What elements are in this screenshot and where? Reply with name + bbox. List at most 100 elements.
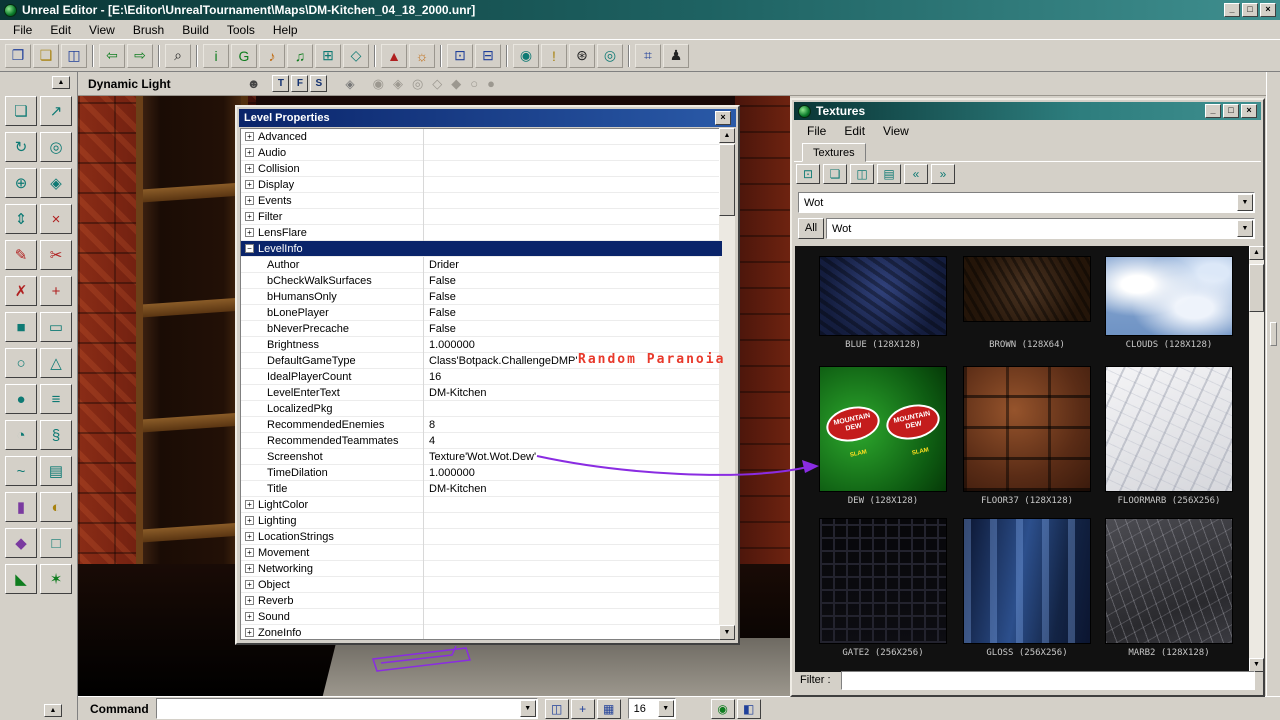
freehand-polygon-tool[interactable]: ✗ bbox=[5, 276, 37, 306]
property-value[interactable]: 8 bbox=[423, 419, 435, 431]
orbit-view-tool[interactable]: ↻ bbox=[5, 132, 37, 162]
cylinder-brush-tool[interactable]: ○ bbox=[5, 348, 37, 378]
scroll-thumb[interactable] bbox=[719, 144, 735, 216]
align-grid-button[interactable]: ⌗ bbox=[635, 44, 661, 68]
command-input[interactable] bbox=[162, 699, 537, 718]
cone-brush-tool[interactable]: △ bbox=[40, 348, 72, 378]
tab-textures[interactable]: Textures bbox=[802, 143, 866, 162]
play-map-button[interactable]: ♟ bbox=[663, 44, 689, 68]
property-row[interactable]: RecommendedTeammates 4 bbox=[241, 433, 722, 449]
face-drag-tool[interactable]: + bbox=[40, 276, 72, 306]
property-group-row[interactable]: + Collision bbox=[241, 161, 722, 177]
property-group-row[interactable]: + ZoneInfo bbox=[241, 625, 722, 640]
group-combobox[interactable]: Wot ▼ bbox=[826, 218, 1255, 239]
property-value[interactable]: 16 bbox=[423, 371, 441, 383]
expand-icon[interactable]: + bbox=[245, 596, 254, 605]
expand-icon[interactable]: + bbox=[245, 228, 254, 237]
menu-item[interactable]: Edit bbox=[41, 21, 80, 39]
texture-thumb-floor37[interactable] bbox=[963, 366, 1091, 492]
command-combobox[interactable]: ▼ bbox=[156, 698, 538, 719]
texture-browser-button[interactable]: ⊞ bbox=[315, 44, 341, 68]
menu-item[interactable]: View bbox=[80, 21, 124, 39]
property-value[interactable]: 1.000000 bbox=[423, 339, 475, 351]
property-group-row[interactable]: + Filter bbox=[241, 209, 722, 225]
property-group-row[interactable]: + Events bbox=[241, 193, 722, 209]
sheet-brush-tool[interactable]: ▭ bbox=[40, 312, 72, 342]
build-geometry-button[interactable]: ▲ bbox=[381, 44, 407, 68]
texture-thumb-floormarb[interactable] bbox=[1105, 366, 1233, 492]
property-group-row[interactable]: + Display bbox=[241, 177, 722, 193]
property-row[interactable]: Brightness 1.000000 bbox=[241, 337, 722, 353]
texture-canvas[interactable]: BLUE (128X128) BROWN (128X64) CLOUDS (12… bbox=[795, 246, 1264, 672]
snap-vertex-tool[interactable]: ● bbox=[487, 76, 495, 92]
mesh-viewer-button[interactable]: ◉ bbox=[513, 44, 539, 68]
property-group-row[interactable]: + Networking bbox=[241, 561, 722, 577]
property-row[interactable]: bHumansOnly False bbox=[241, 289, 722, 305]
expand-icon[interactable]: + bbox=[245, 532, 254, 541]
package-combobox[interactable]: Wot ▼ bbox=[798, 192, 1255, 213]
texture-thumb-gate2[interactable] bbox=[819, 518, 947, 644]
spiral-stairs-brush-tool[interactable]: § bbox=[40, 420, 72, 450]
property-value[interactable]: Drider bbox=[423, 259, 459, 271]
log-window-button[interactable]: ◫ bbox=[545, 699, 569, 719]
save-package-button[interactable]: ◫ bbox=[850, 164, 874, 184]
right-dock-strip[interactable] bbox=[1266, 72, 1280, 696]
expand-icon[interactable]: + bbox=[245, 612, 254, 621]
all-groups-button[interactable]: All bbox=[798, 218, 824, 239]
property-group-row[interactable]: + Object bbox=[241, 577, 722, 593]
prev-group-button[interactable]: « bbox=[904, 164, 928, 184]
new-map-button[interactable]: ❐ bbox=[5, 44, 31, 68]
grid-toggle-button[interactable]: ▦ bbox=[597, 699, 621, 719]
menu-item[interactable]: Help bbox=[264, 21, 307, 39]
filter-input[interactable] bbox=[841, 671, 1255, 690]
deintersect-brush-tool[interactable]: □ bbox=[40, 528, 72, 558]
property-group-row[interactable]: + Advanced bbox=[241, 129, 722, 145]
add-brush-tool[interactable]: ▮ bbox=[5, 492, 37, 522]
mesh-browser-button[interactable]: ◇ bbox=[343, 44, 369, 68]
camera-mode-tool[interactable]: ❏ bbox=[5, 96, 37, 126]
surface-flag-button[interactable]: T bbox=[272, 75, 289, 92]
title-bar[interactable]: Unreal Editor - [E:\Editor\UnrealTournam… bbox=[0, 0, 1280, 20]
dialog-title-bar[interactable]: Level Properties × bbox=[239, 109, 736, 127]
expand-icon[interactable]: + bbox=[245, 580, 254, 589]
texture-pan-tool[interactable]: ◉ bbox=[373, 76, 384, 92]
undo-button[interactable]: ⇦ bbox=[99, 44, 125, 68]
add-light-button[interactable]: ! bbox=[541, 44, 567, 68]
property-value[interactable]: False bbox=[423, 291, 456, 303]
property-row[interactable]: Screenshot Texture'Wot.Wot.Dew' bbox=[241, 449, 722, 465]
texture-properties-button[interactable]: ▤ bbox=[877, 164, 901, 184]
menu-item[interactable]: View bbox=[874, 122, 918, 140]
menu-item[interactable]: File bbox=[798, 122, 835, 140]
property-group-row[interactable]: + Sound bbox=[241, 609, 722, 625]
property-value[interactable]: DM-Kitchen bbox=[423, 387, 486, 399]
scale-actor-tool[interactable]: ⇕ bbox=[5, 204, 37, 234]
expand-icon[interactable]: + bbox=[245, 500, 254, 509]
property-group-row[interactable]: + Lighting bbox=[241, 513, 722, 529]
expand-icon[interactable]: + bbox=[245, 516, 254, 525]
stairs-brush-tool[interactable]: ≡ bbox=[40, 384, 72, 414]
align-viewports-tool[interactable]: ○ bbox=[470, 76, 478, 92]
menu-item[interactable]: File bbox=[4, 21, 41, 39]
property-value[interactable]: False bbox=[423, 323, 456, 335]
surface-flag-button[interactable]: S bbox=[310, 75, 327, 92]
free-look-tool[interactable]: ◎ bbox=[40, 132, 72, 162]
textures-close-button[interactable]: × bbox=[1241, 104, 1257, 118]
dialog-close-button[interactable]: × bbox=[715, 111, 731, 125]
play-test-button[interactable]: ◎ bbox=[597, 44, 623, 68]
property-value[interactable]: DM-Kitchen bbox=[423, 483, 486, 495]
expand-icon[interactable]: + bbox=[245, 548, 254, 557]
add-special-brush-tool[interactable]: ◣ bbox=[5, 564, 37, 594]
maximize-viewport-button[interactable]: ◧ bbox=[737, 699, 761, 719]
open-map-button[interactable]: ❏ bbox=[33, 44, 59, 68]
next-group-button[interactable]: » bbox=[931, 164, 955, 184]
redo-button[interactable]: ⇨ bbox=[127, 44, 153, 68]
menu-item[interactable]: Brush bbox=[124, 21, 173, 39]
texture-thumb-blue[interactable] bbox=[819, 256, 947, 336]
property-value[interactable]: Texture'Wot.Wot.Dew' bbox=[423, 451, 536, 463]
textures-title-bar[interactable]: Textures _ □ × bbox=[794, 102, 1261, 120]
property-row[interactable]: LevelEnterText DM-Kitchen bbox=[241, 385, 722, 401]
rotation-grid-button[interactable]: ◉ bbox=[711, 699, 735, 719]
terrain-brush-tool[interactable]: ~ bbox=[5, 456, 37, 486]
collapse-icon[interactable]: − bbox=[245, 244, 254, 253]
pan-view-tool[interactable]: ↗ bbox=[40, 96, 72, 126]
